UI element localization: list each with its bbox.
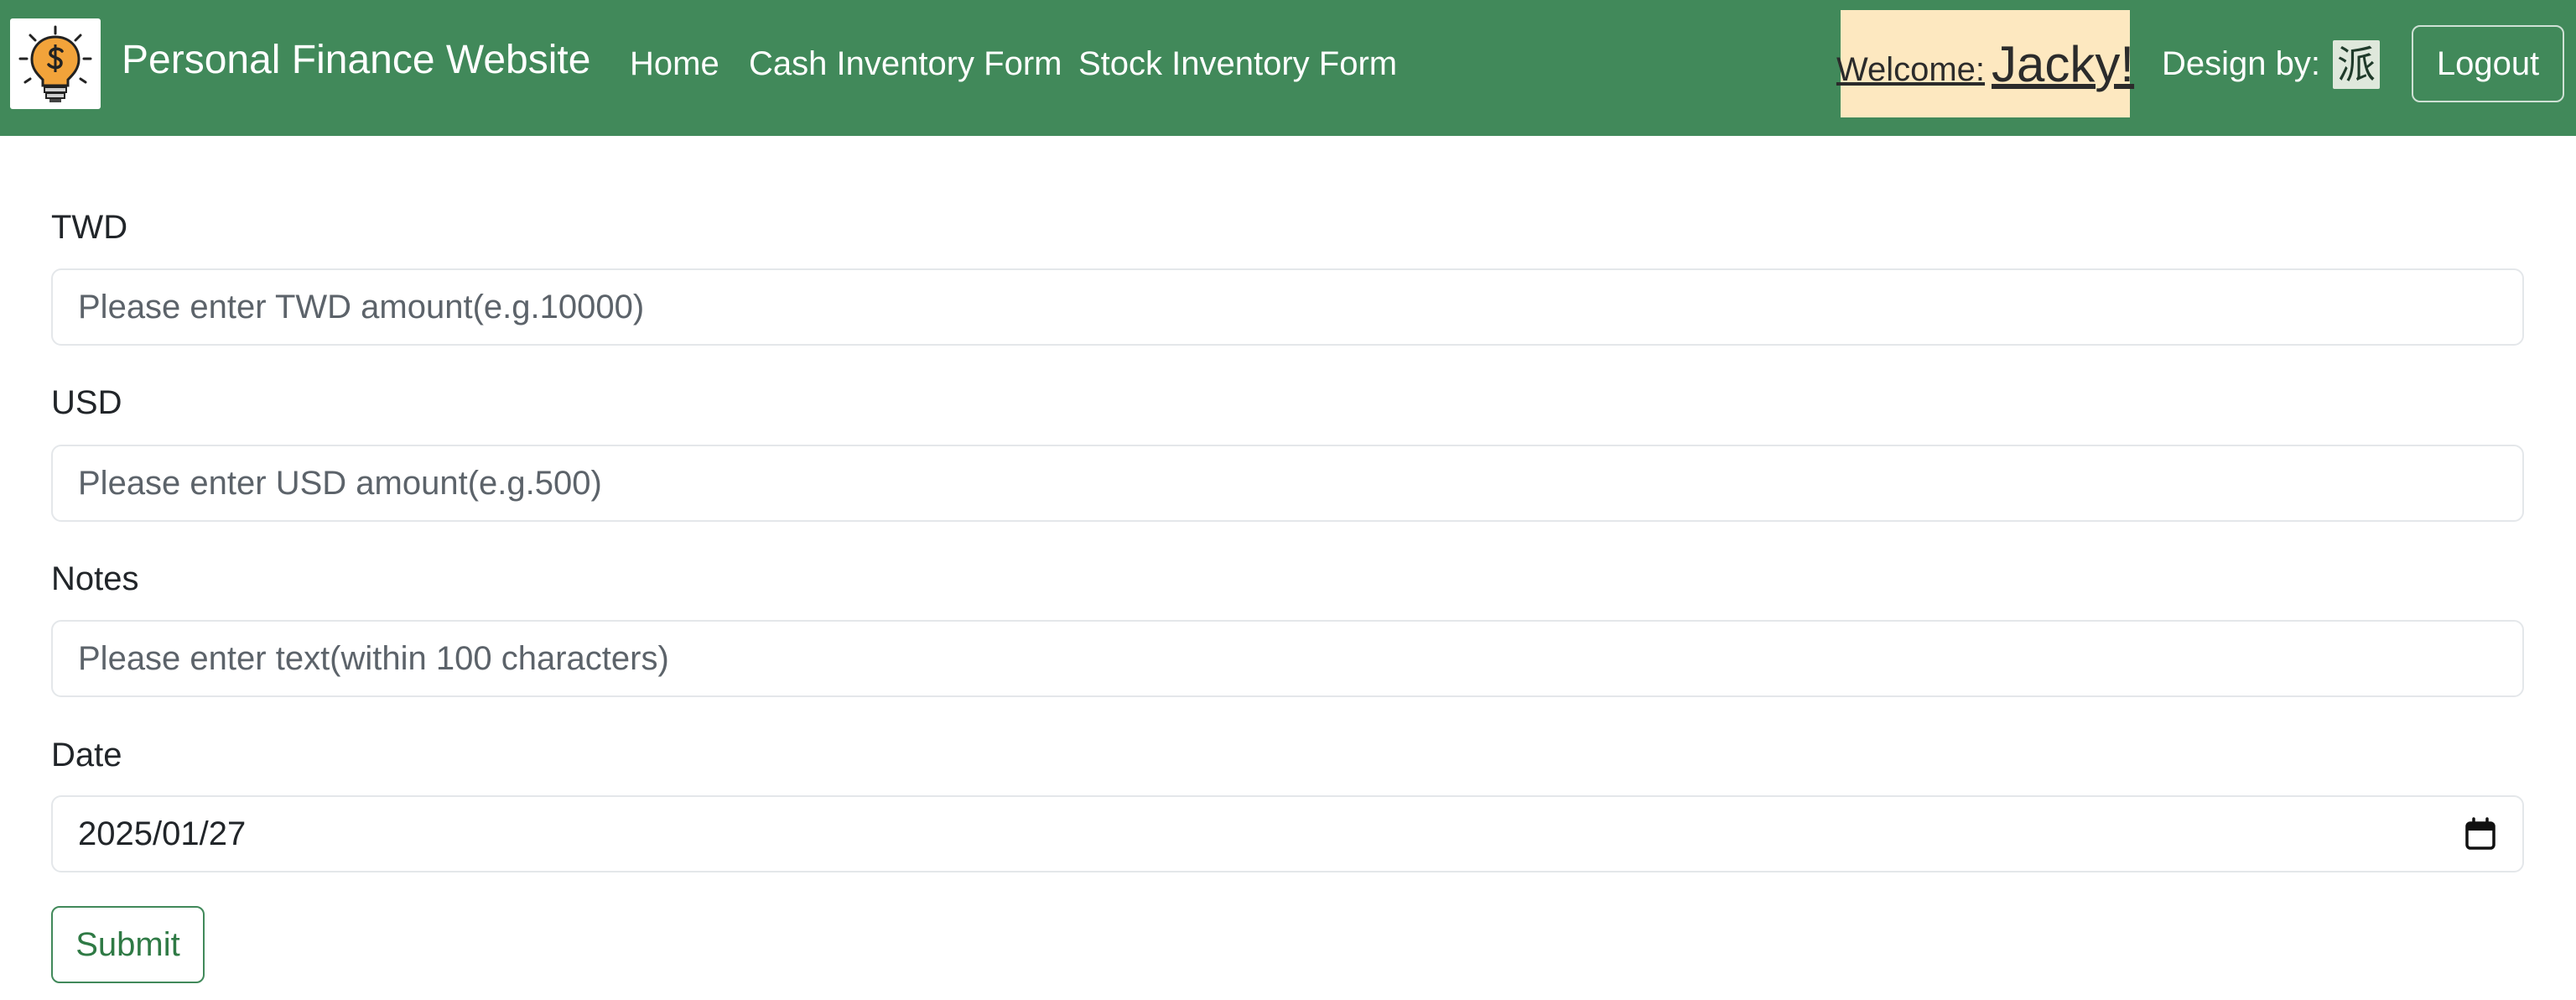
date-label: Date <box>51 737 122 773</box>
date-value: 2025/01/27 <box>78 815 247 852</box>
nav-link-home[interactable]: Home <box>630 42 719 86</box>
welcome-label: Welcome: <box>1836 50 1986 88</box>
welcome-user-link[interactable]: Welcome: Jacky! <box>1836 10 2134 117</box>
welcome-username: Jacky! <box>1992 35 2135 92</box>
usd-input[interactable] <box>51 445 2524 522</box>
twd-input[interactable] <box>51 268 2524 346</box>
nav-link-cash-inventory-form[interactable]: Cash Inventory Form <box>749 42 1062 86</box>
brand-title[interactable]: Personal Finance Website <box>122 35 590 86</box>
lightbulb-dollar-icon[interactable] <box>10 18 101 109</box>
design-by-label: Design by: <box>2162 45 2320 82</box>
usd-label: USD <box>51 384 122 421</box>
designer-logo: 派 <box>2333 40 2380 89</box>
notes-input[interactable] <box>51 620 2524 697</box>
navbar: Personal Finance Website Home Cash Inven… <box>0 0 2576 136</box>
submit-button[interactable]: Submit <box>51 906 205 983</box>
nav-link-stock-inventory-form[interactable]: Stock Inventory Form <box>1078 42 1397 86</box>
date-input[interactable]: 2025/01/27 <box>51 795 2524 872</box>
logout-button[interactable]: Logout <box>2412 25 2564 102</box>
calendar-icon[interactable] <box>2464 817 2497 851</box>
twd-label: TWD <box>51 209 128 246</box>
notes-label: Notes <box>51 560 139 597</box>
